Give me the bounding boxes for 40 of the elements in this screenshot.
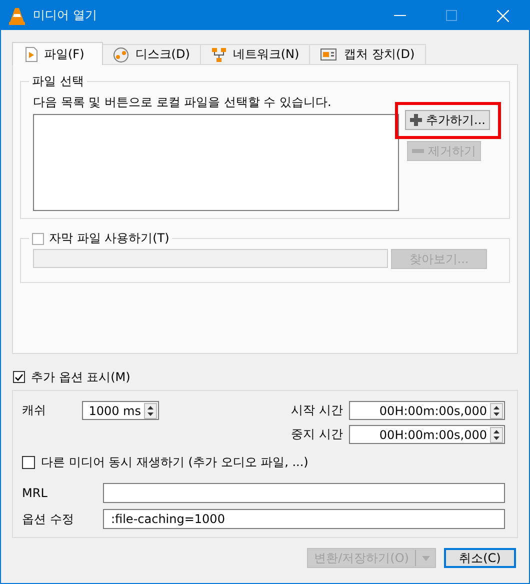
spin-arrows-icon: [144, 402, 157, 418]
file-list[interactable]: [33, 114, 399, 211]
checkbox[interactable]: [22, 456, 35, 469]
subtitle-label: 자막 파일 사용하기(T): [49, 230, 170, 247]
mrl-field[interactable]: [103, 483, 505, 503]
checkbox[interactable]: [32, 232, 44, 244]
caret-icon: [422, 556, 430, 560]
caching-spin-box[interactable]: 1000 ms: [82, 401, 159, 420]
check-icon: [15, 374, 23, 380]
checkbox[interactable]: [13, 371, 25, 383]
minimize-icon[interactable]: [394, 14, 406, 16]
plus-icon: [410, 114, 422, 126]
add-button[interactable]: 추가하기...: [405, 110, 490, 130]
tab[interactable]: 디스크(D): [102, 44, 201, 64]
start-time-label: 시작 시간: [291, 402, 343, 419]
capture-card-icon: [320, 47, 338, 62]
document-icon: [25, 46, 38, 62]
spin-arrows-icon: [490, 426, 503, 442]
window-title: 미디어 열기: [33, 7, 97, 24]
tab[interactable]: 캡처 장치(D): [309, 44, 426, 64]
start-time-spin-box[interactable]: 00H:00m:00s,000: [349, 401, 505, 420]
traffic-cone-icon: [9, 6, 25, 24]
network-icon: [210, 46, 227, 62]
description-text: 다음 목록 및 버튼으로 로컬 파일을 선택할 수 있습니다.: [33, 94, 332, 111]
caching-label: 캐쉬: [22, 402, 47, 419]
tab[interactable]: 네트워크(N): [200, 44, 310, 64]
tab[interactable]: 파일(F): [12, 42, 104, 65]
checkbox-label: 다른 미디어 동시 재생하기 (추가 오디오 파일, ...): [41, 454, 308, 471]
close-icon[interactable]: [497, 10, 509, 22]
group-title: 파일 선택: [31, 73, 85, 90]
stop-time-label: 중지 시간: [291, 426, 343, 443]
stop-time-spin-box[interactable]: 00H:00m:00s,000: [349, 425, 505, 444]
mrl-label: MRL: [22, 486, 48, 500]
edit-options-field[interactable]: :file-caching=1000: [103, 509, 505, 529]
edit-options-label: 옵션 수정: [22, 510, 75, 528]
minus-icon: [412, 149, 424, 153]
checkbox-label: 추가 옵션 표시(M): [31, 368, 130, 386]
subtitle-path-field[interactable]: [33, 249, 388, 268]
spin-arrows-icon: [490, 402, 503, 418]
cancel-button[interactable]: 취소(C): [444, 548, 516, 568]
